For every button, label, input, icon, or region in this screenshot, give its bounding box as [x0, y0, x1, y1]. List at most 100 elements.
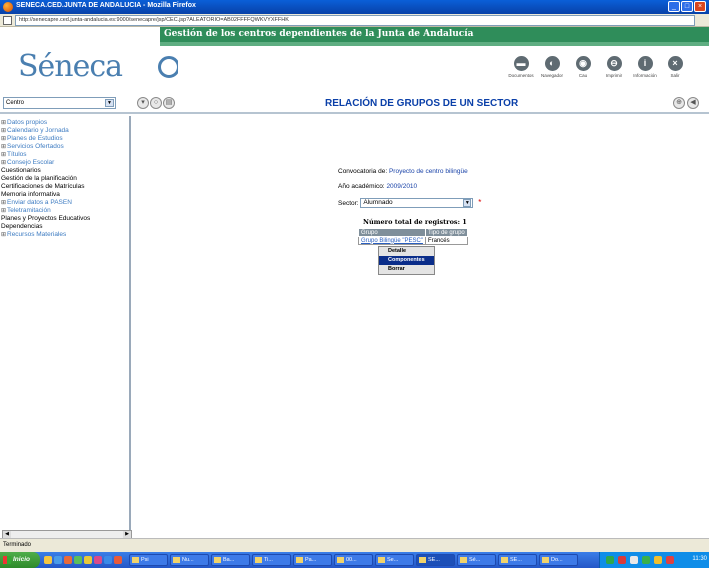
tray-icon[interactable] [618, 556, 626, 564]
sidebar-item[interactable]: ⊞Teletramitación [1, 207, 129, 215]
context-menu: Detalle Componentes Borrar [378, 246, 435, 275]
quick-launch-icon[interactable] [114, 556, 122, 564]
toolbar-button-2[interactable]: ◉ Cau [569, 56, 597, 86]
convocatoria-value: Proyecto de centro bilingüe [388, 168, 468, 175]
records-total: Número total de registros: 1 [363, 218, 467, 226]
system-tray: 11:30 [599, 552, 709, 568]
sidebar-item-label: Memoria informativa [1, 191, 60, 198]
sidebar-item[interactable]: Dependencias [1, 223, 129, 231]
taskbar-task[interactable]: 00... [334, 554, 373, 566]
toolbar-button-4[interactable]: i Información [631, 56, 659, 86]
group-type-cell: Francés [424, 236, 468, 245]
sidebar-item[interactable]: Cuestionarios [1, 167, 129, 175]
chevron-down-icon: ▼ [463, 199, 472, 208]
zoom-icon[interactable]: ⊕ [673, 97, 685, 109]
sidebar-list: ⊞Datos propios ⊞Calendario y Jornada ⊞Plan… [0, 116, 129, 239]
sidebar-item-label: Títulos [7, 151, 27, 158]
quick-launch-icon[interactable] [94, 556, 102, 564]
sidebar-item-label: Gestión de la planificación [1, 175, 77, 182]
banner-text: Gestión de los centros dependientes de l… [164, 29, 474, 39]
toolbar-button-3[interactable]: ⊖ Imprimir [600, 56, 628, 86]
windows-logo-icon [3, 556, 11, 564]
redacted-area [178, 55, 324, 89]
toolbar-button-1[interactable]: ◐ Navegador [538, 56, 566, 86]
scroll-left-icon[interactable]: ◀ [3, 531, 11, 538]
sidebar-item[interactable]: Memoria informativa [1, 191, 129, 199]
tray-icon[interactable] [666, 556, 674, 564]
column-header-grupo: Grupo [358, 228, 426, 237]
context-menu-item[interactable]: Componentes [379, 256, 434, 265]
tray-icon[interactable] [642, 556, 650, 564]
sidebar-item-label: Dependencias [1, 223, 43, 230]
sidebar-item[interactable]: ⊞Servicios Ofertados [1, 143, 129, 151]
info-icon: i [637, 56, 653, 71]
firefox-icon [3, 2, 13, 12]
page-title: RELACIÓN DE GRUPOS DE UN SECTOR [325, 98, 519, 109]
taskbar-task[interactable]: Do... [539, 554, 578, 566]
context-menu-item[interactable]: Detalle [379, 247, 434, 256]
centro-select[interactable]: Centro ▼ [3, 97, 116, 109]
groups-table: Grupo Tipo de grupo Grupo Bilingüe "PESC… [358, 228, 468, 245]
anio-value: 2009/2010 [386, 183, 418, 190]
quick-launch-icon[interactable] [64, 556, 72, 564]
sidebar-item[interactable]: Certificaciones de Matrículas [1, 183, 129, 191]
table-header-row: Grupo Tipo de grupo [358, 228, 468, 237]
anio-row: Año académico: 2009/2010 [338, 183, 538, 190]
taskbar-task[interactable]: SE... [416, 554, 455, 566]
sidebar-item[interactable]: ⊞Calendario y Jornada [1, 127, 129, 135]
sidebar-item[interactable]: ⊞Enviar datos a PASEN [1, 199, 129, 207]
close-button[interactable]: × [694, 1, 706, 12]
maximize-button[interactable]: □ [681, 1, 693, 12]
tray-icon[interactable] [606, 556, 614, 564]
quick-launch-icon[interactable] [44, 556, 52, 564]
navigation-strip: Centro ▼ ▾ ○ ▤ RELACIÓN DE GRUPOS DE UN … [0, 94, 709, 114]
url-input[interactable]: http://senecapre.ced.junta-andalucia.es:… [15, 15, 695, 26]
taskbar-task[interactable]: Nu... [170, 554, 209, 566]
status-text: Terminado [3, 542, 32, 548]
toolbar-button-5[interactable]: × Salir [661, 56, 689, 86]
column-header-tipo: Tipo de grupo [424, 228, 468, 237]
sidebar-item[interactable]: ⊞Títulos [1, 151, 129, 159]
back-icon[interactable]: ◀ [687, 97, 699, 109]
sidebar-item[interactable]: ⊞Consejo Escolar [1, 159, 129, 167]
taskbar-task[interactable]: Pa... [293, 554, 332, 566]
sidebar-item[interactable]: Gestión de la planificación [1, 175, 129, 183]
table-row[interactable]: Grupo Bilingüe "PESC" Francés [358, 236, 468, 245]
sidebar-item[interactable]: ⊞Recursos Materiales [1, 231, 129, 239]
group-name-link[interactable]: Grupo Bilingüe "PESC" [358, 236, 426, 245]
toolbar-button-0[interactable]: ▬ Documentos [507, 56, 535, 86]
start-button[interactable]: Inicio [0, 552, 40, 568]
start-label: Inicio [13, 556, 30, 563]
sidebar-item-label: Planes y Proyectos Educativos [1, 215, 91, 222]
quick-launch [44, 556, 124, 565]
documents-icon: ▬ [513, 56, 529, 71]
toolbar-button-label: Información [633, 73, 657, 78]
collapse-icon[interactable]: ▾ [137, 97, 149, 109]
taskbar-task[interactable]: Ti... [252, 554, 291, 566]
sector-select[interactable]: Alumnado ▼ [360, 198, 474, 209]
tray-icon[interactable] [654, 556, 662, 564]
address-bar: http://senecapre.ced.junta-andalucia.es:… [0, 14, 709, 27]
quick-launch-icon[interactable] [104, 556, 112, 564]
sidebar-menu: ⊞Datos propios ⊞Calendario y Jornada ⊞Plan… [0, 116, 131, 538]
quick-launch-icon[interactable] [54, 556, 62, 564]
taskbar-task[interactable]: Sé... [457, 554, 496, 566]
refresh-icon[interactable]: ○ [150, 97, 162, 109]
sidebar-item-label: Servicios Ofertados [7, 143, 64, 150]
sidebar-item[interactable]: ⊞Planes de Estudios [1, 135, 129, 143]
taskbar-task[interactable]: Ba... [211, 554, 250, 566]
context-menu-item[interactable]: Borrar [379, 265, 434, 274]
quick-launch-icon[interactable] [84, 556, 92, 564]
taskbar-task[interactable]: SE... [498, 554, 537, 566]
sidebar-item[interactable]: Planes y Proyectos Educativos [1, 215, 129, 223]
convocatoria-label: Convocatoria de: [338, 168, 388, 175]
sidebar-item[interactable]: ⊞Datos propios [1, 119, 129, 127]
quick-launch-icon[interactable] [74, 556, 82, 564]
scroll-right-icon[interactable]: ▶ [123, 531, 131, 538]
taskbar-task[interactable]: Psi [129, 554, 168, 566]
taskbar-task[interactable]: Se... [375, 554, 414, 566]
minimize-button[interactable]: _ [668, 1, 680, 12]
seneca-logo: Séneca [18, 49, 123, 84]
tray-icon[interactable] [630, 556, 638, 564]
print-page-icon[interactable]: ▤ [163, 97, 175, 109]
